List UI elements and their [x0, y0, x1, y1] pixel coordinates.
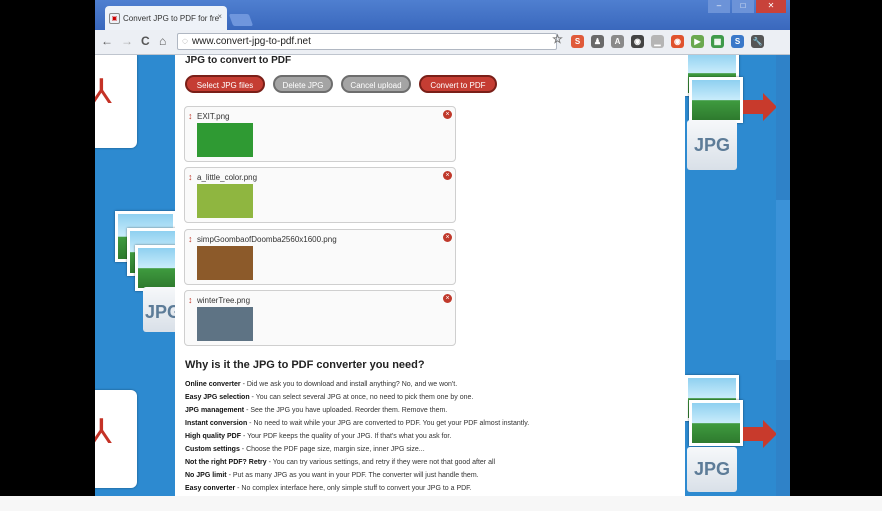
pdf-logo-icon: ⅄	[95, 73, 112, 111]
drag-handle-icon[interactable]: ↕	[188, 172, 193, 182]
arrow-right-icon	[743, 427, 765, 441]
wrench-icon[interactable]: 🔧	[751, 35, 764, 48]
ext-gray-icon[interactable]: ♟	[591, 35, 604, 48]
feature-text: - Your PDF keeps the quality of your JPG…	[241, 433, 452, 440]
browser-tab[interactable]: ▣ Convert JPG to PDF for fre ×	[105, 6, 227, 30]
tab-bar: ▣ Convert JPG to PDF for fre × – □ ✕	[95, 0, 790, 30]
page-content: ⅄ JPG ⅄ JPG JPG JPG to convert to PDF Se…	[95, 55, 790, 496]
home-button[interactable]: ⌂	[159, 34, 166, 48]
reload-button[interactable]: C	[141, 34, 150, 48]
panel-title: JPG to convert to PDF	[185, 55, 292, 66]
feature-label: Custom settings	[185, 446, 240, 453]
back-button[interactable]: ←	[101, 34, 113, 48]
scrollbar-thumb[interactable]	[776, 200, 790, 360]
forward-button[interactable]: →	[121, 34, 133, 48]
remove-file-icon[interactable]: ×	[443, 294, 452, 303]
window-controls: – □ ✕	[708, 0, 786, 13]
file-thumbnail	[197, 246, 253, 280]
remove-file-icon[interactable]: ×	[443, 233, 452, 242]
ext-blue-icon[interactable]: S	[731, 35, 744, 48]
drag-handle-icon[interactable]: ↕	[188, 111, 193, 121]
ext-dark-icon[interactable]: ◉	[631, 35, 644, 48]
ext-font-icon[interactable]: A	[611, 35, 624, 48]
file-thumbnail	[197, 307, 253, 341]
feature-text: - See the JPG you have uploaded. Reorder…	[244, 407, 448, 414]
photo-decor	[689, 400, 743, 446]
feature-item: Online converter - Did we ask you to dow…	[185, 381, 457, 388]
address-bar[interactable]: ◌ www.convert-jpg-to-pdf.net	[177, 33, 557, 50]
video-bottom-strip	[0, 496, 882, 511]
file-card[interactable]: ↕ winterTree.png ×	[184, 290, 456, 346]
file-card[interactable]: ↕ EXIT.png ×	[184, 106, 456, 162]
feature-text: - Choose the PDF page size, margin size,…	[239, 446, 425, 453]
ext-green-icon[interactable]: ▶	[691, 35, 704, 48]
jpg-tile-decor: JPG	[687, 120, 737, 170]
ext-red-icon[interactable]: S	[571, 35, 584, 48]
feature-label: Not the right PDF? Retry	[185, 459, 267, 466]
remove-file-icon[interactable]: ×	[443, 171, 452, 180]
close-window-button[interactable]: ✕	[756, 0, 786, 13]
delete-jpg-button[interactable]: Delete JPG	[273, 75, 333, 93]
maximize-button[interactable]: □	[732, 0, 754, 13]
tab-title: Convert JPG to PDF for fre	[123, 13, 220, 23]
file-name: winterTree.png	[197, 296, 251, 305]
feature-text: - Put as many JPG as you want in your PD…	[226, 472, 479, 479]
section-title: Why is it the JPG to PDF converter you n…	[185, 359, 425, 371]
page-icon: ◌	[182, 36, 188, 47]
file-thumbnail	[197, 123, 253, 157]
ext-green2-icon[interactable]: ▦	[711, 35, 724, 48]
feature-label: Easy JPG selection	[185, 394, 250, 401]
arrow-right-head-icon	[763, 93, 777, 121]
feature-item: No JPG limit - Put as many JPG as you wa…	[185, 472, 479, 479]
new-tab-button[interactable]	[228, 14, 254, 26]
cancel-upload-button[interactable]: Cancel upload	[341, 75, 411, 93]
feature-label: JPG management	[185, 407, 245, 414]
file-thumbnail	[197, 184, 253, 218]
pdf-document-decor: ⅄	[95, 55, 137, 148]
feature-item: Easy JPG selection - You can select seve…	[185, 394, 473, 401]
close-tab-icon[interactable]: ×	[217, 12, 222, 21]
feature-label: High quality PDF	[185, 433, 241, 440]
remove-file-icon[interactable]: ×	[443, 110, 452, 119]
address-text: www.convert-jpg-to-pdf.net	[191, 36, 311, 47]
feature-text: - Did we ask you to download and install…	[240, 381, 458, 388]
browser-window: ▣ Convert JPG to PDF for fre × – □ ✕ ← →…	[95, 0, 790, 496]
converter-panel: JPG to convert to PDF Select JPG files D…	[175, 55, 685, 496]
feature-text: - You can try various settings, and retr…	[266, 459, 496, 466]
pdf-logo-icon: ⅄	[95, 413, 112, 451]
feature-item: Custom settings - Choose the PDF page si…	[185, 446, 425, 453]
drag-handle-icon[interactable]: ↕	[188, 295, 193, 305]
minimize-button[interactable]: –	[708, 0, 730, 13]
feature-text: - No complex interface here, only simple…	[235, 485, 472, 492]
feature-text: - You can select several JPG at once, no…	[249, 394, 474, 401]
ext-bar-icon[interactable]: ▁	[651, 35, 664, 48]
browser-toolbar: ← → C ⌂ ◌ www.convert-jpg-to-pdf.net ☆ S ♟…	[95, 30, 790, 55]
feature-item: Instant conversion - No need to wait whi…	[185, 420, 529, 427]
ext-orange-icon[interactable]: ◉	[671, 35, 684, 48]
file-name: EXIT.png	[197, 112, 230, 121]
arrow-right-head-icon	[763, 420, 777, 448]
file-name: a_little_color.png	[197, 173, 258, 182]
pdf-document-decor: ⅄	[95, 390, 137, 488]
feature-item: JPG management - See the JPG you have up…	[185, 407, 447, 414]
bookmark-star-icon[interactable]: ☆	[551, 33, 564, 46]
arrow-right-icon	[743, 100, 765, 114]
file-name: simpGoombaofDoomba2560x1600.png	[197, 235, 337, 244]
feature-label: Instant conversion	[185, 420, 248, 427]
feature-label: No JPG limit	[185, 472, 227, 479]
photo-decor	[689, 77, 743, 123]
feature-label: Online converter	[185, 381, 241, 388]
feature-text: - No need to wait while your JPG are con…	[247, 420, 530, 427]
feature-item: High quality PDF - Your PDF keeps the qu…	[185, 433, 451, 440]
file-card[interactable]: ↕ simpGoombaofDoomba2560x1600.png ×	[184, 229, 456, 285]
site-favicon-icon: ▣	[109, 12, 120, 24]
select-jpg-button[interactable]: Select JPG files	[185, 75, 265, 93]
feature-item: Easy converter - No complex interface he…	[185, 485, 472, 492]
jpg-tile-decor: JPG	[687, 447, 737, 492]
feature-item: Not the right PDF? Retry - You can try v…	[185, 459, 495, 466]
drag-handle-icon[interactable]: ↕	[188, 234, 193, 244]
feature-label: Easy converter	[185, 485, 236, 492]
file-card[interactable]: ↕ a_little_color.png ×	[184, 167, 456, 223]
convert-to-pdf-button[interactable]: Convert to PDF	[419, 75, 497, 93]
